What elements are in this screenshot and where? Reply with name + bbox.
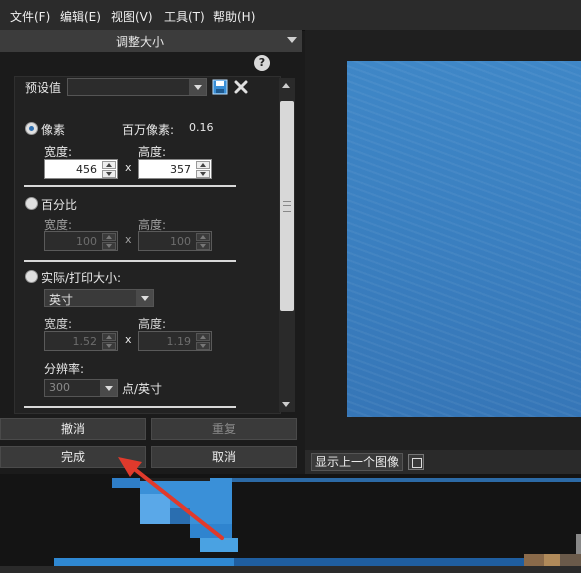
annotation-arrow-icon <box>118 457 224 540</box>
